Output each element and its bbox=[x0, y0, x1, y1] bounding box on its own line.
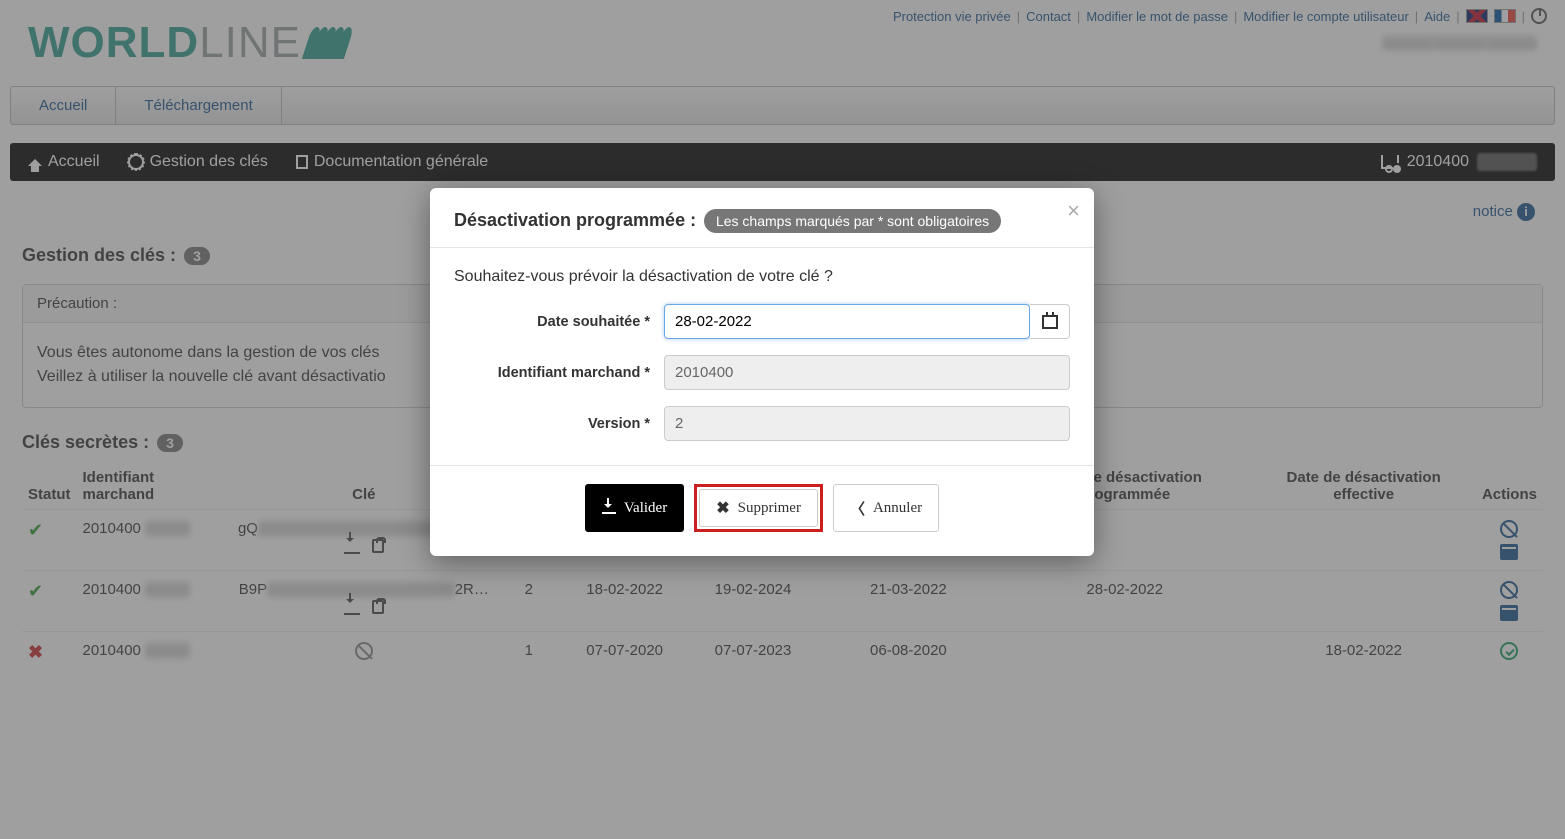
modal-body: Souhaitez-vous prévoir la désactivation … bbox=[430, 248, 1094, 465]
modal-footer: Valider ✖ Supprimer 〈 Annuler bbox=[430, 465, 1094, 556]
delete-button-label: Supprimer bbox=[738, 500, 801, 517]
cancel-button[interactable]: 〈 Annuler bbox=[833, 484, 939, 532]
chevron-left-icon: 〈 bbox=[850, 498, 865, 519]
field-row-merchant: Identifiant marchand * bbox=[454, 355, 1070, 390]
modal-header: Désactivation programmée : Les champs ma… bbox=[430, 188, 1094, 248]
date-input[interactable] bbox=[664, 304, 1030, 339]
merchant-input bbox=[664, 355, 1070, 390]
field-row-date: Date souhaitée * bbox=[454, 304, 1070, 339]
delete-button-highlight: ✖ Supprimer bbox=[694, 484, 823, 532]
label-date: Date souhaitée * bbox=[454, 314, 664, 330]
deactivation-modal: × Désactivation programmée : Les champs … bbox=[430, 188, 1094, 556]
x-icon: ✖ bbox=[716, 498, 729, 518]
validate-button-label: Valider bbox=[624, 500, 667, 517]
date-picker-button[interactable] bbox=[1030, 304, 1070, 339]
close-icon[interactable]: × bbox=[1067, 198, 1080, 224]
required-fields-note: Les champs marqués par * sont obligatoir… bbox=[704, 209, 1001, 233]
delete-button[interactable]: ✖ Supprimer bbox=[699, 489, 818, 527]
validate-button[interactable]: Valider bbox=[585, 484, 684, 532]
label-merchant: Identifiant marchand * bbox=[454, 365, 664, 381]
download-icon bbox=[602, 502, 616, 514]
version-input bbox=[664, 406, 1070, 441]
label-version: Version * bbox=[454, 416, 664, 432]
modal-title: Désactivation programmée : bbox=[454, 210, 696, 230]
calendar-icon bbox=[1042, 315, 1058, 329]
modal-question: Souhaitez-vous prévoir la désactivation … bbox=[454, 268, 1070, 286]
field-row-version: Version * bbox=[454, 406, 1070, 441]
cancel-button-label: Annuler bbox=[873, 500, 922, 517]
